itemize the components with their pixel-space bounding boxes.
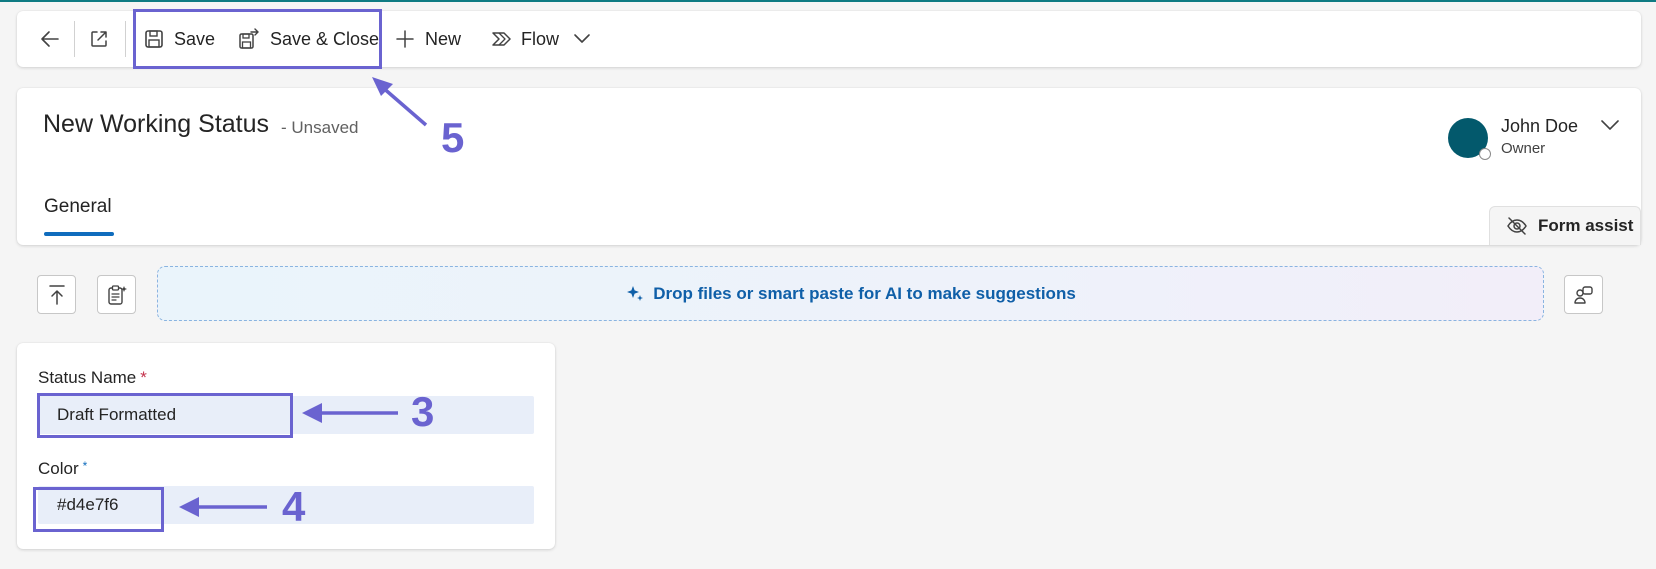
arrow-to-color: [179, 497, 267, 517]
arrow-to-save-group: [372, 77, 428, 127]
annotation-number-3: 3: [411, 388, 435, 435]
annotation-number-5: 5: [441, 114, 465, 161]
arrow-to-status-name: [302, 403, 398, 423]
annotation-arrows: [179, 77, 428, 517]
annotation-number-4: 4: [282, 483, 306, 530]
